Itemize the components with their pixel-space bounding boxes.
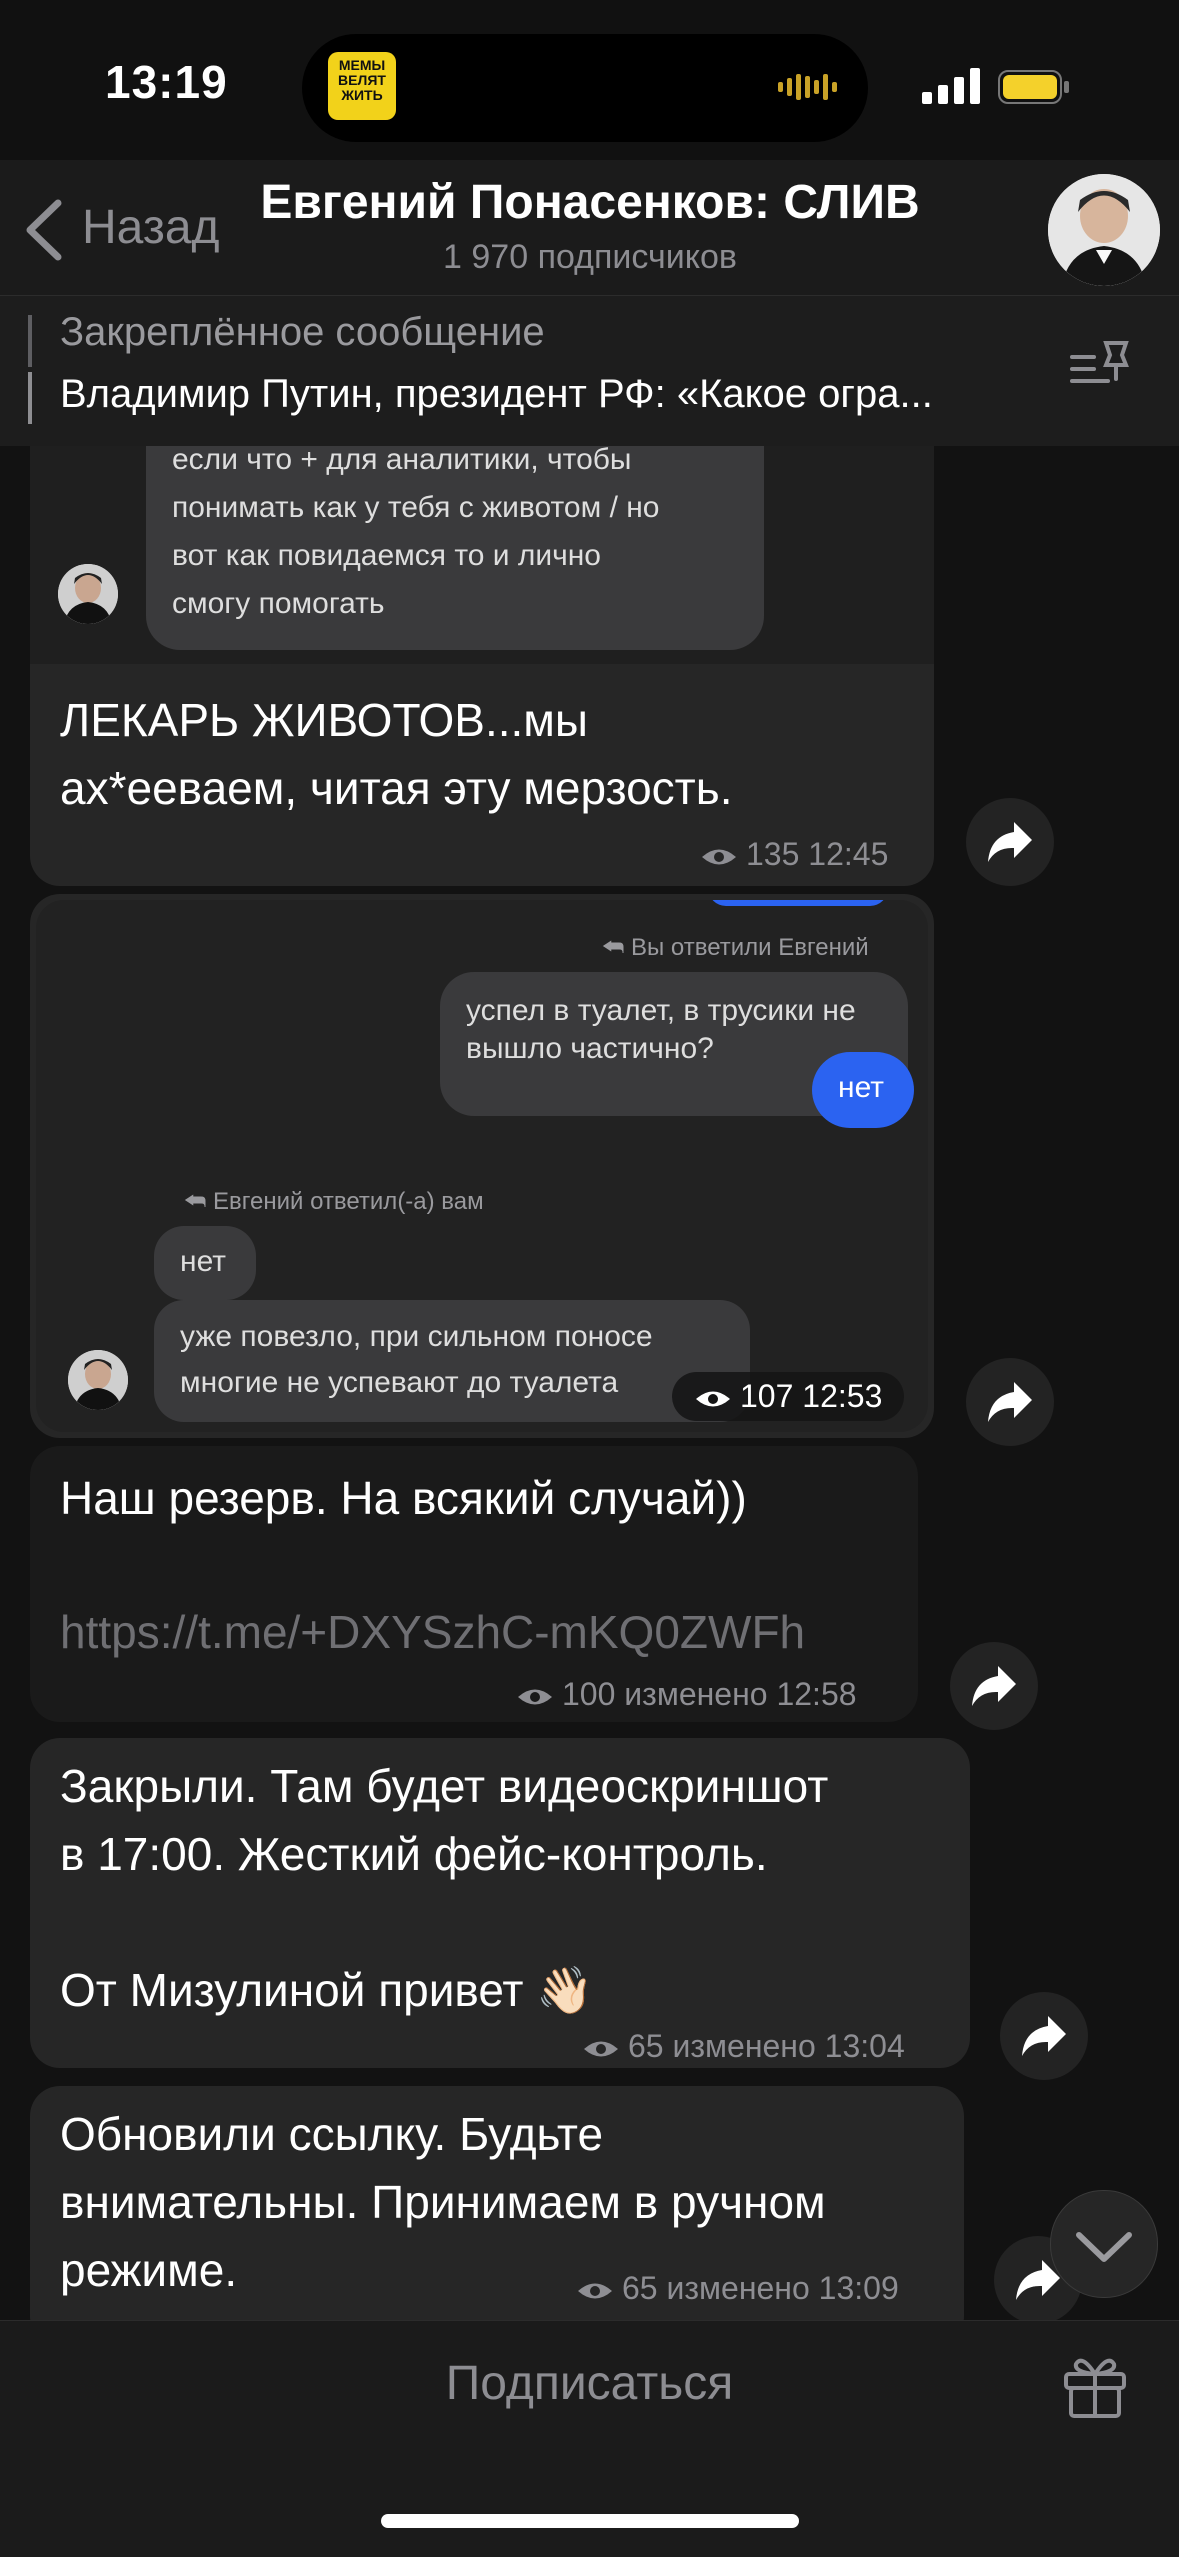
- message-screenshot[interactable]: если что + для аналитики, чтобы понимать…: [30, 446, 934, 664]
- back-button[interactable]: Назад: [82, 200, 220, 255]
- screenshot-avatar: [58, 564, 118, 624]
- views-eye-icon: [584, 2041, 618, 2057]
- now-playing-artwork[interactable]: МЕМЫ ВЕЛЯТ ЖИТЬ: [328, 52, 396, 120]
- reply-you-label: ⮪ Вы ответили Евгений: [602, 934, 869, 961]
- message-meta: 107 12:53: [672, 1372, 905, 1421]
- channel-title[interactable]: Евгений Понасенков: СЛИВ: [230, 175, 950, 230]
- forward-button[interactable]: [966, 798, 1054, 886]
- message-meta: 135 12:45: [700, 836, 888, 873]
- screenshot-top-bubble: [708, 900, 888, 906]
- audio-wave-icon: [778, 74, 837, 100]
- screenshot-avatar: [68, 1350, 128, 1410]
- subscriber-count: 1 970 подписчиков: [443, 238, 737, 276]
- forward-button[interactable]: [950, 1642, 1038, 1730]
- pinned-indicator-active: [28, 372, 32, 424]
- views-eye-icon: [518, 1689, 552, 1705]
- share-arrow-icon: [988, 1382, 1032, 1422]
- channel-avatar[interactable]: [1048, 174, 1160, 286]
- pinned-text[interactable]: Владимир Путин, президент РФ: «Какое огр…: [60, 372, 1070, 417]
- subscribe-button[interactable]: Подписаться: [0, 2356, 1179, 2411]
- answer-text: нет: [838, 1071, 884, 1104]
- him-text-1: нет: [180, 1245, 226, 1278]
- screenshot-text: если что + для аналитики, чтобы понимать…: [172, 446, 660, 620]
- message-text: ЛЕКАРЬ ЖИВОТОВ...мы ах*ееваем, читая эту…: [60, 694, 733, 814]
- back-chevron-icon[interactable]: [20, 195, 70, 265]
- message-text: Наш резерв. На всякий случай)): [60, 1472, 747, 1524]
- pinned-label: Закреплённое сообщение: [60, 310, 545, 354]
- message-list[interactable]: если что + для аналитики, чтобы понимать…: [0, 446, 1179, 2320]
- forward-button[interactable]: [966, 1358, 1054, 1446]
- message-screenshot[interactable]: ⮪ Вы ответили Евгений успел в туалет, в …: [36, 900, 928, 1432]
- quoted-text: успел в туалет, в трусики не вышло части…: [466, 994, 856, 1065]
- status-time: 13:19: [105, 56, 228, 108]
- message-meta: 65 изменено 13:09: [576, 2270, 899, 2307]
- share-arrow-icon: [1022, 2016, 1066, 2056]
- reply-him-label: ⮪ Евгений ответил(-а) вам: [184, 1188, 484, 1215]
- him-text-2: уже повезло, при сильном поносе многие н…: [180, 1320, 653, 1399]
- views-eye-icon: [578, 2283, 612, 2299]
- scroll-to-bottom-button[interactable]: [1050, 2190, 1158, 2298]
- message-meta: 100 изменено 12:58: [516, 1676, 857, 1713]
- share-arrow-icon: [988, 822, 1032, 862]
- views-eye-icon: [696, 1391, 730, 1407]
- message-link[interactable]: https://t.me/+DXYSzhC-mKQ0ZWFh: [60, 1598, 805, 1666]
- message-text: Закрыли. Там будет видеоскриншот в 17:00…: [60, 1760, 829, 2016]
- message-meta: 65 изменено 13:04: [582, 2028, 905, 2065]
- forward-button[interactable]: [1000, 1992, 1088, 2080]
- chevron-down-icon: [1076, 2232, 1132, 2262]
- share-arrow-icon: [972, 1666, 1016, 1706]
- home-indicator[interactable]: [381, 2514, 799, 2528]
- gift-icon[interactable]: [1060, 2350, 1130, 2420]
- pinned-indicator: [28, 315, 32, 367]
- battery-icon: [998, 70, 1069, 104]
- avatar-portrait-icon: [1048, 174, 1160, 286]
- views-eye-icon: [702, 849, 736, 865]
- cellular-signal-icon: [922, 68, 980, 104]
- pinned-list-icon[interactable]: [1068, 335, 1132, 399]
- artwork-text: МЕМЫ ВЕЛЯТ ЖИТЬ: [338, 57, 386, 103]
